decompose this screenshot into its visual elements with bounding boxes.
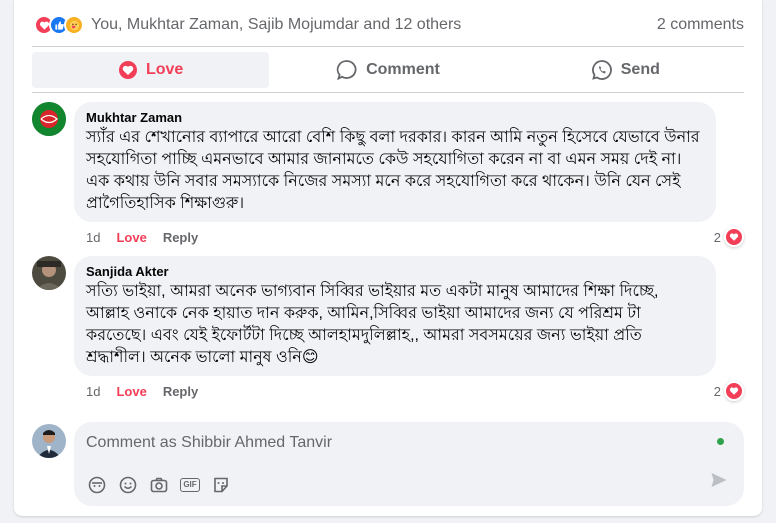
heart-icon: [118, 60, 138, 80]
gif-label: GIF: [180, 478, 200, 492]
heart-icon: [724, 227, 744, 247]
comment-love-button[interactable]: Love: [116, 384, 146, 399]
comment-composer: Comment as Shibbir Ahmed Tanvir GIF: [32, 420, 744, 506]
comment-text: স্যাঁর এর শেখানোর ব্যাপারে আরো বেশি কিছু…: [86, 129, 700, 212]
comment-bubble: Sanjida Akter সত্যি ভাইয়া, আমরা অনেক ভা…: [74, 256, 716, 376]
comment-time[interactable]: 1d: [86, 230, 100, 245]
send-button-label: Send: [620, 61, 660, 78]
send-button[interactable]: Send: [507, 52, 744, 88]
gif-icon[interactable]: GIF: [179, 474, 201, 496]
comment-icon: [336, 59, 358, 81]
reaction-count-number: 2: [713, 229, 721, 245]
comment-author[interactable]: Mukhtar Zaman: [86, 110, 704, 126]
care-icon: [64, 15, 84, 35]
sticker-icon[interactable]: [210, 474, 232, 496]
comment-text: সত্যি ভাইয়া, আমরা অনেক ভাগ্যবান সিব্বির…: [86, 283, 659, 366]
avatar[interactable]: [32, 102, 66, 136]
comment-button-label: Comment: [366, 61, 440, 78]
status-dot: [717, 438, 724, 445]
reacted-by-text[interactable]: You, Mukhtar Zaman, Sajib Mojumdar and 1…: [91, 16, 461, 34]
comment-author[interactable]: Sanjida Akter: [86, 264, 704, 280]
divider: [32, 46, 744, 47]
send-comment-icon[interactable]: [710, 471, 728, 494]
avatar-sticker-icon[interactable]: [86, 474, 108, 496]
comment-count[interactable]: 2 comments: [657, 16, 744, 34]
post-card: You, Mukhtar Zaman, Sajib Mojumdar and 1…: [14, 0, 762, 516]
comment-item: Mukhtar Zaman স্যাঁর এর শেখানোর ব্যাপারে…: [32, 102, 744, 248]
love-button-label: Love: [145, 61, 184, 78]
comment-meta: 1d Love Reply: [86, 384, 214, 399]
comment-meta: 1d Love Reply: [86, 230, 214, 245]
comment-reply-button[interactable]: Reply: [163, 230, 198, 245]
comment-bubble: Mukhtar Zaman স্যাঁর এর শেখানোর ব্যাপারে…: [74, 102, 716, 222]
comment-reaction-count[interactable]: 2: [714, 227, 744, 247]
post-actions: Love Comment Send: [32, 52, 744, 88]
reaction-count-number: 2: [713, 383, 721, 399]
reaction-icons[interactable]: You, Mukhtar Zaman, Sajib Mojumdar and 1…: [34, 15, 461, 35]
comment-time[interactable]: 1d: [86, 384, 100, 399]
current-user-avatar[interactable]: [32, 424, 66, 458]
divider: [32, 92, 744, 93]
comment-item: Sanjida Akter সত্যি ভাইয়া, আমরা অনেক ভা…: [32, 256, 744, 402]
whatsapp-icon: [591, 59, 613, 81]
comment-reaction-count[interactable]: 2: [714, 381, 744, 401]
avatar[interactable]: [32, 256, 66, 290]
comment-input-box[interactable]: Comment as Shibbir Ahmed Tanvir GIF: [74, 422, 744, 506]
comment-button[interactable]: Comment: [269, 52, 506, 88]
emoji-icon[interactable]: [117, 474, 139, 496]
composer-tools: GIF: [86, 474, 241, 496]
heart-icon: [724, 381, 744, 401]
comment-reply-button[interactable]: Reply: [163, 384, 198, 399]
camera-icon[interactable]: [148, 474, 170, 496]
comment-input[interactable]: Comment as Shibbir Ahmed Tanvir: [86, 434, 332, 452]
love-button[interactable]: Love: [32, 52, 270, 88]
comment-love-button[interactable]: Love: [116, 230, 146, 245]
reaction-summary: You, Mukhtar Zaman, Sajib Mojumdar and 1…: [34, 12, 744, 38]
